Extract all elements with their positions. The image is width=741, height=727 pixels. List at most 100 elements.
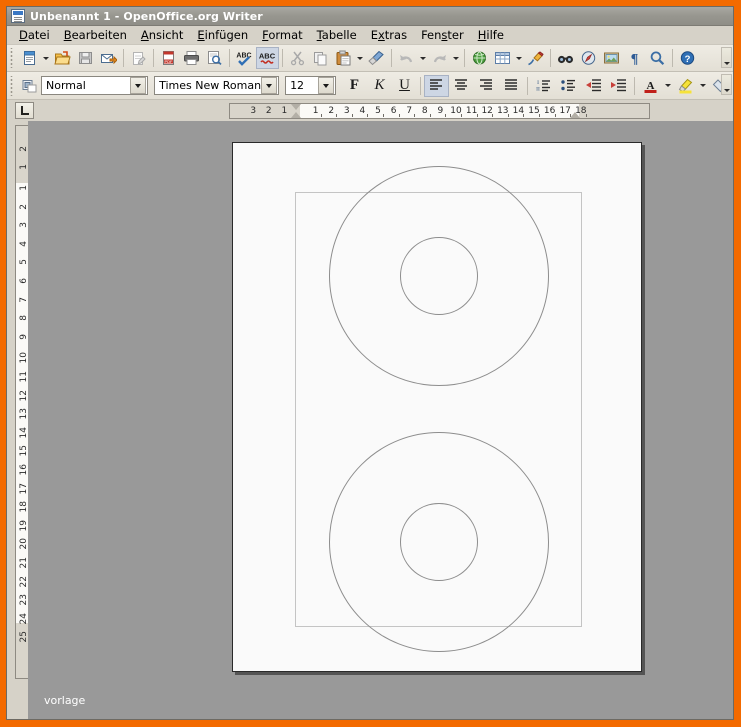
paragraph-style-dropdown-icon[interactable] [130,77,147,94]
font-color-dropdown-icon[interactable] [663,84,673,87]
autospellcheck-icon[interactable]: ABC [256,47,279,69]
horizontal-ruler-tick [429,114,431,117]
formatting-toolbar-overflow-button[interactable] [721,74,732,95]
new-document-dropdown-icon[interactable] [41,57,51,60]
font-name-combo[interactable]: Times New Roman [154,76,280,95]
toolbar-separator [672,49,673,67]
cd-label-bottom-hole[interactable] [400,503,478,581]
highlight-color-dropdown-icon[interactable] [698,84,708,87]
standard-toolbar-overflow-button[interactable] [721,47,732,68]
gallery-icon[interactable] [600,47,623,69]
copy-icon[interactable] [309,47,332,69]
clone-formatting-icon[interactable] [365,47,388,69]
cd-label-top-hole[interactable] [400,237,478,315]
paste-dropdown-icon[interactable] [355,57,365,60]
increase-indent-button[interactable] [606,75,631,97]
help-icon[interactable]: ? [676,47,699,69]
document-canvas[interactable]: vorlage [28,121,733,719]
align-center-button[interactable] [449,75,474,97]
svg-text:¶: ¶ [631,52,639,66]
show-draw-functions-icon[interactable] [524,47,547,69]
menu-einfuegen[interactable]: Einfügen [190,27,255,43]
highlight-color-button[interactable] [673,75,698,97]
font-size-value: 12 [290,79,305,92]
horizontal-ruler-number: 9 [437,106,444,116]
zoom-icon[interactable] [646,47,669,69]
horizontal-ruler-number: 8 [421,106,428,116]
insert-table-icon[interactable] [491,47,514,69]
decrease-indent-button[interactable] [581,75,606,97]
toolbar-separator [550,49,551,67]
numbered-list-button[interactable]: I II [531,75,556,97]
email-document-icon[interactable] [97,47,120,69]
align-right-button[interactable] [474,75,499,97]
menu-ansicht[interactable]: Ansicht [134,27,190,43]
bullet-list-button[interactable] [556,75,581,97]
horizontal-ruler-tick [383,114,384,117]
menu-extras[interactable]: Extras [364,27,414,43]
menu-datei[interactable]: Datei [12,27,57,43]
italic-button[interactable]: K [367,75,392,97]
horizontal-ruler-tick [398,114,400,117]
navigator-icon[interactable] [577,47,600,69]
horizontal-ruler-number: 7 [406,106,413,116]
menu-format[interactable]: Format [255,27,310,43]
svg-text:I: I [537,80,539,86]
toolbar-separator [391,49,392,67]
redo-dropdown-icon[interactable] [451,57,461,60]
horizontal-ruler-number: 1 [281,106,288,116]
print-preview-icon[interactable] [203,47,226,69]
toolbar-grip[interactable] [9,75,15,96]
insert-table-dropdown-icon[interactable] [514,57,524,60]
right-indent-marker[interactable] [570,112,580,118]
formatting-marks-icon[interactable]: ¶ [623,47,646,69]
horizontal-ruler-number: 15 [528,106,540,116]
toolbar-separator [634,76,635,95]
font-size-combo[interactable]: 12 [285,76,336,95]
left-indent-marker[interactable] [291,112,301,118]
vertical-ruler[interactable]: 2 1 1 2 3 4 5 6 7 8 9 10 11 12 13 14 15 16 17 18 19 20 21 22 23 2… [7,121,31,719]
svg-text:?: ? [685,54,691,65]
export-pdf-icon[interactable]: PDF [157,47,180,69]
bold-button[interactable]: F [342,75,367,97]
print-icon[interactable] [180,47,203,69]
redo-icon[interactable] [428,47,451,69]
horizontal-ruler-number: 5 [375,106,381,116]
horizontal-ruler-number: 13 [497,106,509,116]
hyperlink-icon[interactable] [468,47,491,69]
undo-icon[interactable] [395,47,418,69]
save-document-icon[interactable] [74,47,97,69]
writer-window: Unbenannt 1 - OpenOffice.org Writer Date… [6,6,734,720]
first-line-indent-marker[interactable] [291,104,301,110]
font-color-button[interactable]: A [638,75,663,97]
spelling-check-icon[interactable]: ABC [233,47,256,69]
paragraph-style-combo[interactable]: Normal [41,76,149,95]
open-document-icon[interactable] [51,47,74,69]
font-name-dropdown-icon[interactable] [261,77,278,94]
align-left-button[interactable] [424,74,449,97]
horizontal-ruler-number: 12 [481,106,493,116]
align-justify-button[interactable] [499,75,524,97]
cut-icon[interactable] [286,47,309,69]
apply-style-icon[interactable] [18,75,41,97]
horizontal-ruler-tick [539,114,540,117]
horizontal-ruler-number: 2 [328,106,335,116]
menu-hilfe[interactable]: Hilfe [471,27,511,43]
underline-button[interactable]: U [392,75,417,97]
edit-file-icon[interactable] [127,47,150,69]
font-size-dropdown-icon[interactable] [318,77,334,94]
undo-dropdown-icon[interactable] [418,57,428,60]
tab-stop-selector-button[interactable] [15,102,34,119]
toolbar-grip[interactable] [9,48,15,68]
menu-bearbeiten[interactable]: Bearbeiten [57,27,134,43]
status-text: vorlage [44,694,86,707]
menu-fenster[interactable]: Fenster [414,27,471,43]
toolbar-separator [229,49,230,67]
new-document-icon[interactable] [18,47,41,69]
menu-tabelle[interactable]: Tabelle [310,27,364,43]
horizontal-ruler-row: 3 2 1 1 2 3 4 5 6 7 8 9 10 11 12 13 14 15 16 17 18 [7,100,733,121]
horizontal-ruler[interactable]: 3 2 1 1 2 3 4 5 6 7 8 9 10 11 12 13 14 15 16 17 18 [229,103,650,119]
document-page[interactable] [232,142,642,672]
paste-icon[interactable] [332,47,355,69]
find-replace-icon[interactable] [554,47,577,69]
